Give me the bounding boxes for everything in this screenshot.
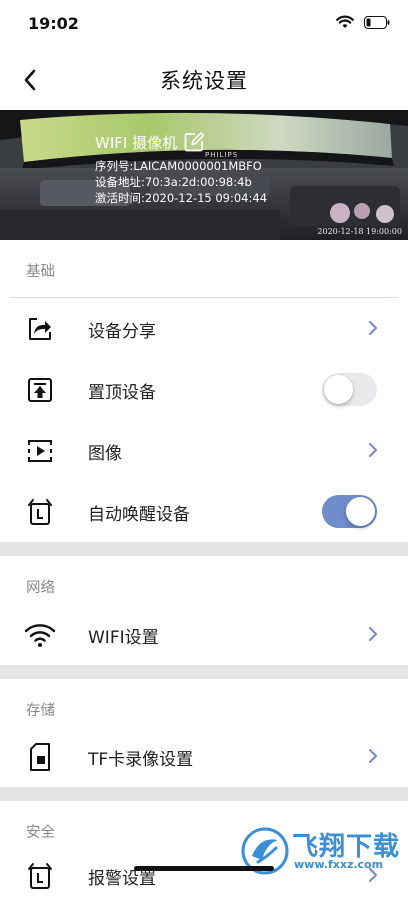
setting-label: 置顶设备 [88,383,156,403]
setting-row-auto-wake: 自动唤醒设备 [0,481,408,542]
setting-label: 图像 [88,444,122,464]
nav-bar: 系统设置 [0,50,408,110]
sd-card-icon [24,741,56,773]
home-indicator[interactable] [134,866,274,871]
setting-label: 设备分享 [88,322,156,342]
alarm-clock-icon [24,860,56,892]
wifi-icon [24,619,56,651]
alarm-clock-icon [24,496,56,528]
status-time: 19:02 [28,14,79,33]
section-label: 网络 [26,580,55,596]
watermark-url: www.fxxz.com [294,858,384,871]
chevron-right-icon [368,320,378,336]
share-icon [24,313,56,345]
battery-icon [364,15,390,29]
preview-timestamp: 2020-12-18 19:00:00 [317,227,402,236]
setting-row-device-share[interactable]: 设备分享 [0,298,408,359]
setting-row-image[interactable]: 图像 [0,420,408,481]
toggle-knob [346,497,375,526]
toggle-knob [324,375,353,404]
setting-row-pin-top: 置顶设备 [0,359,408,420]
section-gap [0,787,408,801]
chevron-right-icon [368,626,378,642]
setting-label: WIFI设置 [88,628,159,648]
pin-top-toggle[interactable] [322,373,377,406]
setting-row-tf-card[interactable]: TF卡录像设置 [0,726,408,787]
chevron-right-icon [368,748,378,764]
auto-wake-toggle[interactable] [322,495,377,528]
device-activated-time: 激活时间:2020-12-15 09:04:44 [95,191,268,205]
edit-icon[interactable] [183,131,205,153]
setting-row-wifi[interactable]: WIFI设置 [0,604,408,665]
setting-label: TF卡录像设置 [88,750,194,770]
section-basic-header: 基础 [0,240,408,298]
watermark: 飞翔下载 www.fxxz.com [240,822,408,883]
status-icons [336,15,390,29]
chevron-right-icon [368,442,378,458]
section-label: 存储 [26,703,55,719]
page-title: 系统设置 [160,69,248,93]
device-name: WIFI 摄像机 [95,133,178,152]
pin-top-icon [24,374,56,406]
device-preview[interactable]: WIFI 摄像机 PHILIPS 序列号:LAICAM0000001MBFO 设… [0,110,408,240]
wifi-signal-icon [336,15,354,28]
section-gap [0,665,408,679]
device-address: 设备地址:70:3a:2d:00:98:4b [95,175,252,189]
section-label: 安全 [26,825,55,841]
setting-label: 自动唤醒设备 [88,505,190,525]
device-name-row: WIFI 摄像机 [95,131,205,153]
device-serial: 序列号:LAICAM0000001MBFO [95,159,262,173]
section-label: 基础 [26,264,55,280]
video-icon [24,435,56,467]
section-gap [0,542,408,556]
status-bar: 19:02 [0,0,408,50]
